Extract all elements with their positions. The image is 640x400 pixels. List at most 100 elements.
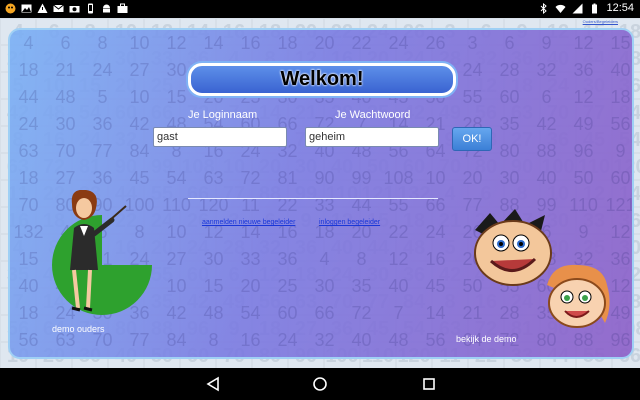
view-demo-label[interactable]: bekijk de demo [456, 334, 517, 344]
grid-number: 15 [610, 33, 631, 53]
grid-number: 30 [528, 354, 565, 357]
grid-number: 44 [351, 195, 372, 215]
grid-number: 108 [417, 354, 454, 357]
android-icon [103, 4, 110, 13]
grid-number: 49 [573, 114, 594, 134]
grid-number: 18 [18, 303, 39, 323]
grid-number: 132 [13, 222, 44, 242]
grid-number: 60 [499, 87, 520, 107]
wifi-icon [555, 4, 566, 13]
grid-number: 56 [610, 114, 631, 134]
register-supervisor-link[interactable]: aanmelden nieuwe begeleider [202, 219, 295, 226]
grid-number: 10 [166, 222, 187, 242]
grid-number: 32 [536, 60, 557, 80]
grid-number: 120 [198, 195, 229, 215]
grid-number: 35 [499, 114, 520, 134]
grid-number: 60 [610, 168, 631, 188]
grid-number: 9 [615, 141, 626, 161]
grid-number: 16 [425, 249, 446, 269]
grid-number: 55 [462, 87, 483, 107]
grid-number: 6 [60, 33, 71, 53]
grid-number: 16 [240, 33, 261, 53]
grid-number: 55 [388, 195, 409, 215]
grid-number: 9 [541, 33, 552, 53]
grid-number: 110 [162, 195, 191, 215]
grid-number: 40 [565, 354, 602, 357]
grid-number: 63 [18, 141, 39, 161]
grid-number: 20 [314, 33, 335, 53]
grid-number: 60 [277, 303, 298, 323]
grid-number: 8 [356, 249, 367, 269]
grid-number: 99 [351, 168, 372, 188]
grid-number: 24 [388, 33, 409, 53]
login-supervisor-link[interactable]: inloggen begeleider [319, 219, 380, 226]
grid-number: 27 [55, 168, 76, 188]
grid-number: 56 [425, 330, 446, 350]
grid-number: 40 [536, 168, 557, 188]
grid-number: 15 [18, 249, 39, 269]
grid-number: 10 [454, 354, 491, 357]
kids-illustration[interactable] [455, 205, 615, 335]
grid-number: 20 [240, 276, 261, 296]
grid-number: 18 [18, 168, 39, 188]
grid-number: 36 [92, 168, 113, 188]
grid-number: 18 [18, 60, 39, 80]
grid-number: 6 [504, 33, 515, 53]
teacher-illustration[interactable] [50, 190, 154, 320]
grid-number: 42 [166, 303, 187, 323]
gmail-icon [53, 4, 64, 12]
grid-number: 70 [55, 141, 76, 161]
grid-number: 18 [277, 33, 298, 53]
grid-number: 45 [129, 168, 150, 188]
grid-number: 30 [314, 276, 335, 296]
battery-icon [592, 3, 598, 13]
login-name-input[interactable] [153, 127, 287, 147]
grid-number: 9 [10, 354, 47, 357]
grid-number: 48 [55, 87, 76, 107]
grid-number: 72 [351, 303, 372, 323]
parents-link[interactable]: Ouders/Begeleiders [583, 19, 618, 24]
grid-number: 5 [97, 87, 108, 107]
home-icon[interactable] [311, 375, 329, 393]
app-area: 4681012141618202224263691215182124273033… [0, 18, 640, 368]
grid-number: 7 [393, 303, 404, 323]
grid-number: 12 [388, 249, 409, 269]
grid-number: 33 [240, 249, 261, 269]
phone-icon [88, 3, 93, 14]
demo-parents-label[interactable]: demo ouders [52, 324, 105, 334]
grid-number: 54 [166, 168, 187, 188]
grid-number: 45 [425, 276, 446, 296]
login-name-label: Je Loginnaam [188, 109, 258, 121]
recents-icon[interactable] [420, 375, 438, 393]
grid-number: 90 [314, 168, 335, 188]
grid-number: 18 [47, 354, 84, 357]
grid-number: 24 [18, 114, 39, 134]
grid-number: 3 [467, 33, 478, 53]
grid-number: 14 [425, 303, 446, 323]
boy-face [474, 220, 552, 286]
grid-number: 26 [425, 33, 446, 53]
grid-number: 36 [277, 249, 298, 269]
grid-number: 24 [92, 60, 113, 80]
grid-number: 27 [166, 249, 187, 269]
grid-number: 20 [491, 354, 528, 357]
ok-button[interactable]: OK! [452, 127, 492, 151]
grid-number: 27 [84, 354, 121, 357]
grid-number: 96 [573, 141, 594, 161]
password-input[interactable] [305, 127, 439, 147]
briefcase-icon [117, 3, 128, 13]
grid-number: 30 [55, 114, 76, 134]
grid-number: 14 [203, 33, 224, 53]
grid-number: 28 [499, 60, 520, 80]
grid-number: 21 [55, 60, 76, 80]
grid-number: 35 [351, 276, 372, 296]
back-icon[interactable] [204, 375, 222, 393]
grid-number: 11 [241, 195, 260, 215]
clock: 12:54 [606, 2, 634, 14]
password-label: Je Wachtwoord [335, 109, 411, 121]
grid-number: 8 [208, 330, 219, 350]
grid-number: 12 [573, 87, 594, 107]
grid-number: 80 [499, 141, 520, 161]
grid-number: 36 [573, 60, 594, 80]
grid-number: 72 [269, 354, 306, 357]
